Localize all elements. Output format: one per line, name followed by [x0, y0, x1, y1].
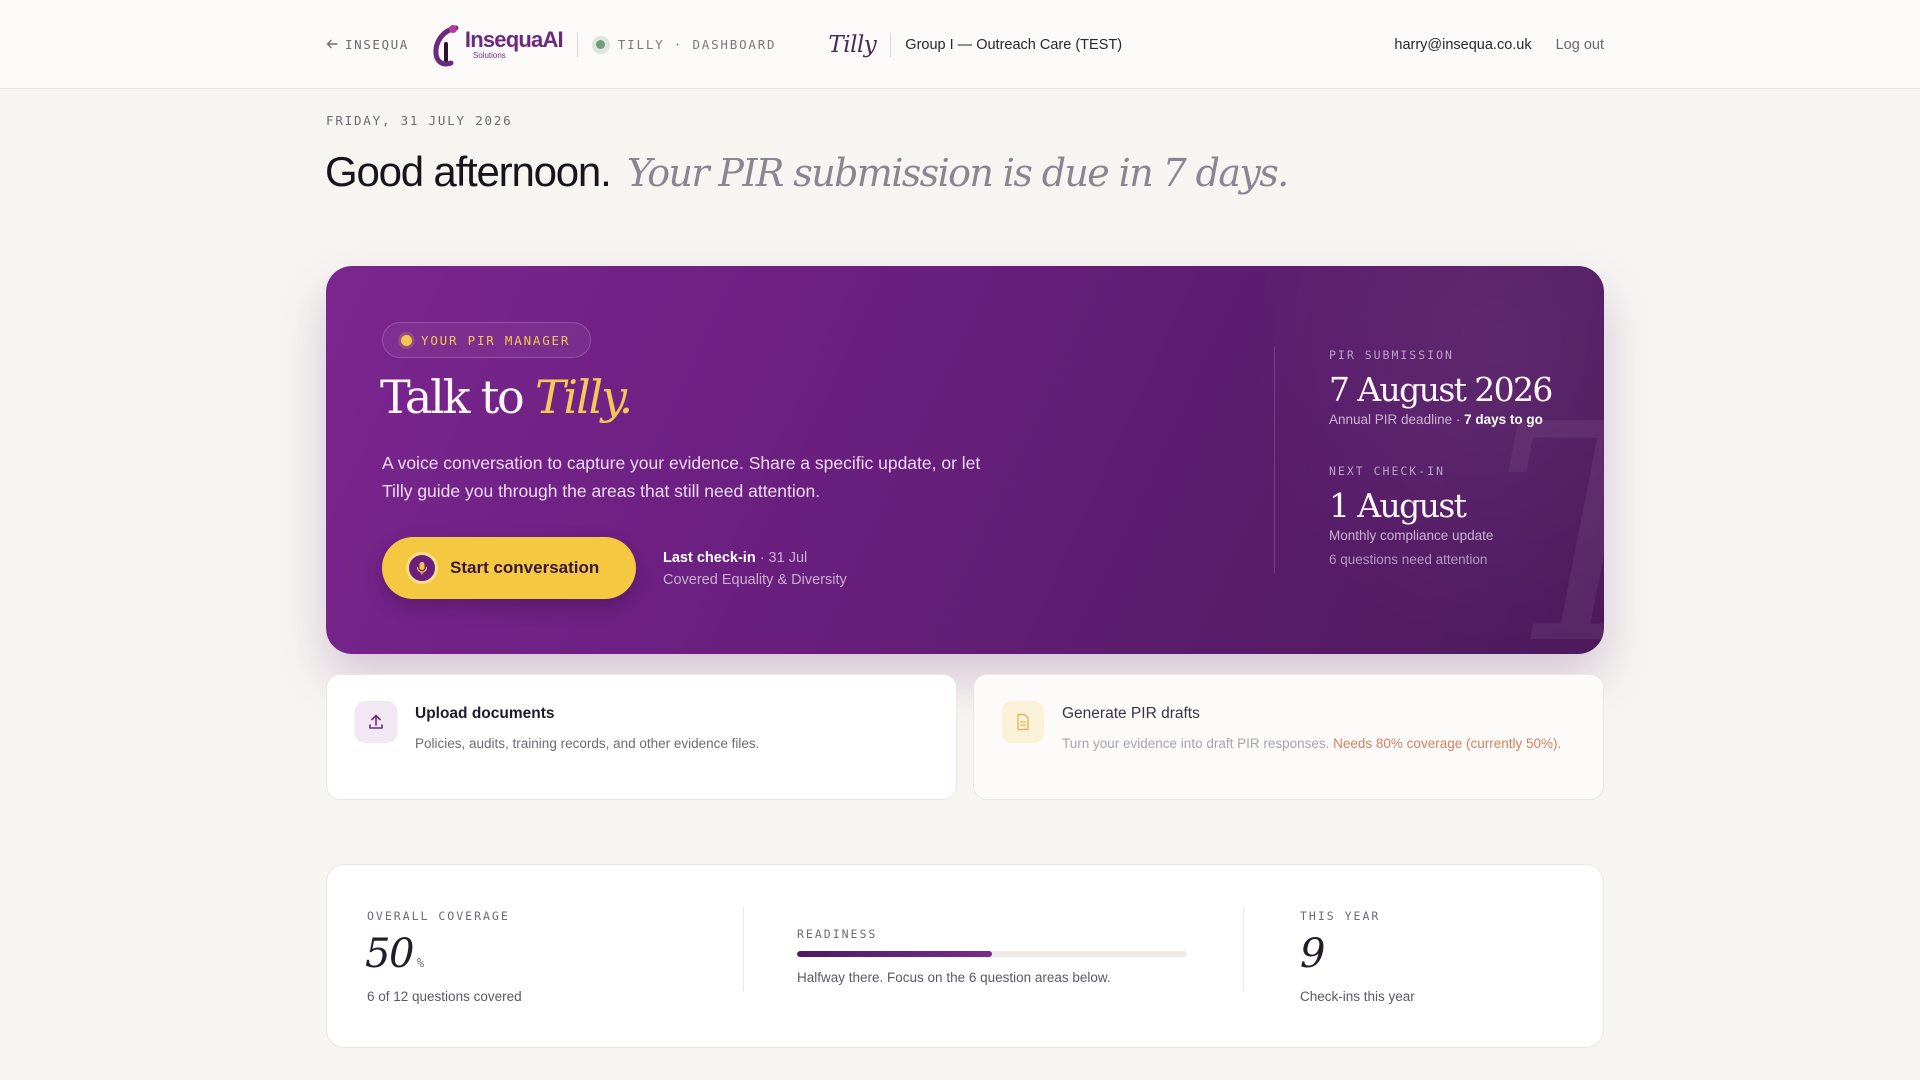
upload-documents-card[interactable]: Upload documents Policies, audits, train… — [326, 674, 957, 800]
divider — [890, 32, 892, 57]
top-bar: INSEQUA InsequaAI Solutions TILLY · DASH… — [0, 0, 1920, 89]
overall-coverage-value: 50% — [365, 931, 424, 977]
overall-coverage-number: 50 — [365, 931, 414, 977]
status-dot-icon — [591, 35, 610, 54]
last-checkin-info: Last check-in · 31 Jul Covered Equality … — [663, 547, 847, 591]
user-email: harry@insequa.co.uk — [1394, 36, 1532, 53]
hero-title: Talk to Tilly. — [380, 370, 633, 424]
overall-coverage-label: OVERALL COVERAGE — [367, 909, 510, 923]
pir-deadline-note: Annual PIR deadline · 7 days to go — [1329, 412, 1552, 427]
greeting-text: Good afternoon. — [325, 148, 612, 195]
badge-dot-icon — [401, 334, 412, 346]
overall-coverage-unit: % — [416, 956, 425, 970]
breadcrumb: TILLY · DASHBOARD — [591, 35, 777, 54]
readiness-progress-bar — [797, 951, 1187, 957]
back-link-label: INSEQUA — [345, 37, 409, 52]
hero-title-prefix: Talk to — [380, 370, 535, 424]
logout-link[interactable]: Log out — [1556, 37, 1604, 53]
days-to-go: 7 days to go — [1464, 412, 1543, 427]
divider — [576, 32, 578, 57]
coverage-stats-panel: OVERALL COVERAGE 50% 6 of 12 questions c… — [326, 864, 1604, 1048]
checkins-count: 9 — [1300, 931, 1325, 977]
breadcrumb-label: TILLY · DASHBOARD — [617, 37, 777, 52]
readiness-label: READINESS — [797, 927, 878, 941]
last-checkin-covered: Covered Equality & Diversity — [663, 572, 847, 588]
insequa-ai-logo[interactable]: InsequaAI Solutions — [429, 22, 564, 68]
generate-drafts-subtitle: Turn your evidence into draft PIR respon… — [1062, 732, 1582, 755]
next-checkin-block: NEXT CHECK-IN 1 August Monthly complianc… — [1329, 464, 1493, 567]
pir-manager-badge: YOUR PIR MANAGER — [382, 322, 592, 358]
next-checkin-label: NEXT CHECK-IN — [1329, 464, 1446, 478]
organisation-name: Group I — Outreach Care (TEST) — [905, 36, 1123, 53]
pir-submission-date: 7 August 2026 — [1329, 370, 1553, 409]
logo-subtitle: Solutions — [472, 51, 506, 60]
generate-pir-drafts-card[interactable]: Generate PIR drafts Turn your evidence i… — [973, 674, 1604, 800]
pir-manager-badge-label: YOUR PIR MANAGER — [421, 332, 571, 348]
back-to-insequa-link[interactable]: INSEQUA — [326, 37, 409, 52]
checkins-this-year-label: Check-ins this year — [1300, 989, 1415, 1004]
last-checkin-label: Last check-in — [663, 550, 756, 566]
start-conversation-label: Start conversation — [450, 558, 600, 577]
stats-divider — [743, 907, 744, 991]
readiness-progress-fill — [797, 951, 992, 957]
insequa-logo-icon — [433, 24, 459, 66]
hero-description: A voice conversation to capture your evi… — [382, 453, 981, 501]
document-icon — [1002, 701, 1044, 743]
questions-covered: 6 of 12 questions covered — [367, 989, 522, 1004]
next-checkin-type: Monthly compliance update — [1329, 528, 1494, 543]
generate-drafts-description: Turn your evidence into draft PIR respon… — [1062, 736, 1334, 751]
upload-documents-title: Upload documents — [415, 705, 555, 722]
pir-deadline-label: Annual PIR deadline · — [1329, 412, 1465, 427]
microphone-icon — [406, 552, 438, 584]
logo-name: Insequa — [464, 27, 543, 52]
next-checkin-date: 1 August — [1329, 486, 1467, 525]
logo-name-ai: AI — [542, 27, 563, 52]
hero-title-tilly: Tilly. — [534, 370, 633, 424]
readiness-note: Halfway there. Focus on the 6 question a… — [797, 970, 1111, 985]
tilly-wordmark: Tilly — [828, 31, 877, 58]
current-date: FRIDAY, 31 JULY 2026 — [326, 113, 513, 128]
talk-to-tilly-panel: T YOUR PIR MANAGER Talk to Tilly. A voic… — [326, 266, 1604, 654]
this-year-label: THIS YEAR — [1300, 909, 1381, 923]
generate-drafts-title: Generate PIR drafts — [1062, 705, 1200, 722]
due-subtitle: Your PIR submission is due in 7 days. — [627, 151, 1289, 195]
questions-attention: 6 questions need attention — [1329, 552, 1488, 567]
arrow-left-icon — [326, 37, 338, 52]
coverage-warning: Needs 80% coverage (currently 50%). — [1333, 736, 1562, 751]
upload-documents-subtitle: Policies, audits, training records, and … — [415, 736, 760, 751]
stats-divider — [1243, 907, 1244, 991]
page-title: Good afternoon. Your PIR submission is d… — [325, 148, 1289, 196]
pir-submission-block: PIR SUBMISSION 7 August 2026 Annual PIR … — [1329, 348, 1553, 427]
last-checkin-date: · 31 Jul — [755, 550, 808, 566]
hero-divider — [1274, 346, 1275, 574]
pir-submission-label: PIR SUBMISSION — [1329, 348, 1454, 362]
start-conversation-button[interactable]: Start conversation — [382, 537, 636, 599]
upload-icon — [355, 701, 397, 743]
